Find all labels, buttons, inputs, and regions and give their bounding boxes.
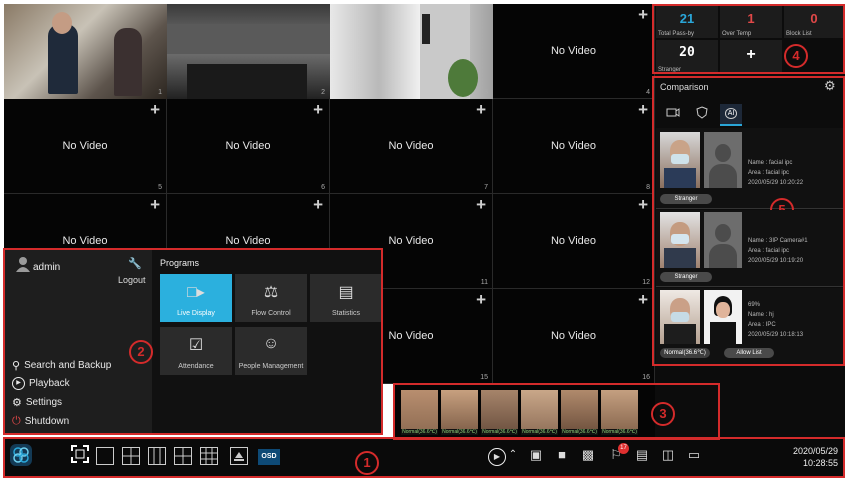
add-camera-icon[interactable]: + xyxy=(476,100,486,120)
no-video-label: No Video xyxy=(550,140,597,153)
tile-number: 4 xyxy=(646,89,650,96)
add-camera-icon[interactable]: + xyxy=(638,290,648,310)
callout-2: 2 xyxy=(129,340,153,364)
camera-feed-image xyxy=(330,4,493,99)
annotation-box-4 xyxy=(652,4,845,74)
callout-3: 3 xyxy=(651,402,675,426)
tile-number: 16 xyxy=(642,374,650,381)
no-video-label: No Video xyxy=(62,140,108,153)
add-camera-icon[interactable]: + xyxy=(476,290,486,310)
camera-tile-8[interactable]: No Video + 8 xyxy=(493,99,655,194)
tile-number: 2 xyxy=(321,89,325,96)
tile-number: 15 xyxy=(480,374,488,381)
annotation-box-5 xyxy=(652,76,845,366)
camera-feed-image xyxy=(167,4,330,99)
tile-number: 12 xyxy=(642,279,650,286)
annotation-box-1 xyxy=(3,437,845,478)
add-camera-icon[interactable]: + xyxy=(313,195,323,215)
add-camera-icon[interactable]: + xyxy=(638,195,648,215)
add-camera-icon[interactable]: + xyxy=(476,195,486,215)
no-video-label: No Video xyxy=(225,140,271,153)
no-video-label: No Video xyxy=(225,235,271,248)
camera-tile-7[interactable]: No Video + 7 xyxy=(330,99,493,194)
camera-tile-2[interactable]: 2 xyxy=(167,4,330,99)
camera-tile-5[interactable]: No Video + 5 xyxy=(4,99,167,194)
tile-number: 8 xyxy=(646,184,650,191)
camera-tile-4[interactable]: No Video + 4 xyxy=(493,4,655,99)
add-camera-icon[interactable]: + xyxy=(638,5,648,25)
camera-tile-1[interactable]: 1 xyxy=(4,4,167,99)
no-video-label: No Video xyxy=(550,45,597,58)
camera-tile-6[interactable]: No Video + 6 xyxy=(167,99,330,194)
no-video-label: No Video xyxy=(388,235,434,248)
tile-number: 3 xyxy=(484,89,488,96)
no-video-label: No Video xyxy=(550,235,597,248)
add-camera-icon[interactable]: + xyxy=(150,100,160,120)
camera-tile-16[interactable]: No Video + 16 xyxy=(493,289,655,384)
camera-tile-3[interactable]: 3 xyxy=(330,4,493,99)
no-video-label: No Video xyxy=(388,140,434,153)
add-camera-icon[interactable]: + xyxy=(638,100,648,120)
tile-number: 6 xyxy=(321,184,325,191)
no-video-label: No Video xyxy=(62,235,108,248)
tile-number: 7 xyxy=(484,184,488,191)
camera-tile-12[interactable]: No Video + 12 xyxy=(493,194,655,289)
no-video-label: No Video xyxy=(550,330,597,343)
add-camera-icon[interactable]: + xyxy=(313,100,323,120)
camera-feed-image xyxy=(4,4,167,99)
annotation-box-2 xyxy=(3,248,383,435)
tile-number: 5 xyxy=(158,184,162,191)
add-camera-icon[interactable]: + xyxy=(150,195,160,215)
tile-number: 11 xyxy=(480,279,488,286)
tile-number: 1 xyxy=(158,89,162,96)
